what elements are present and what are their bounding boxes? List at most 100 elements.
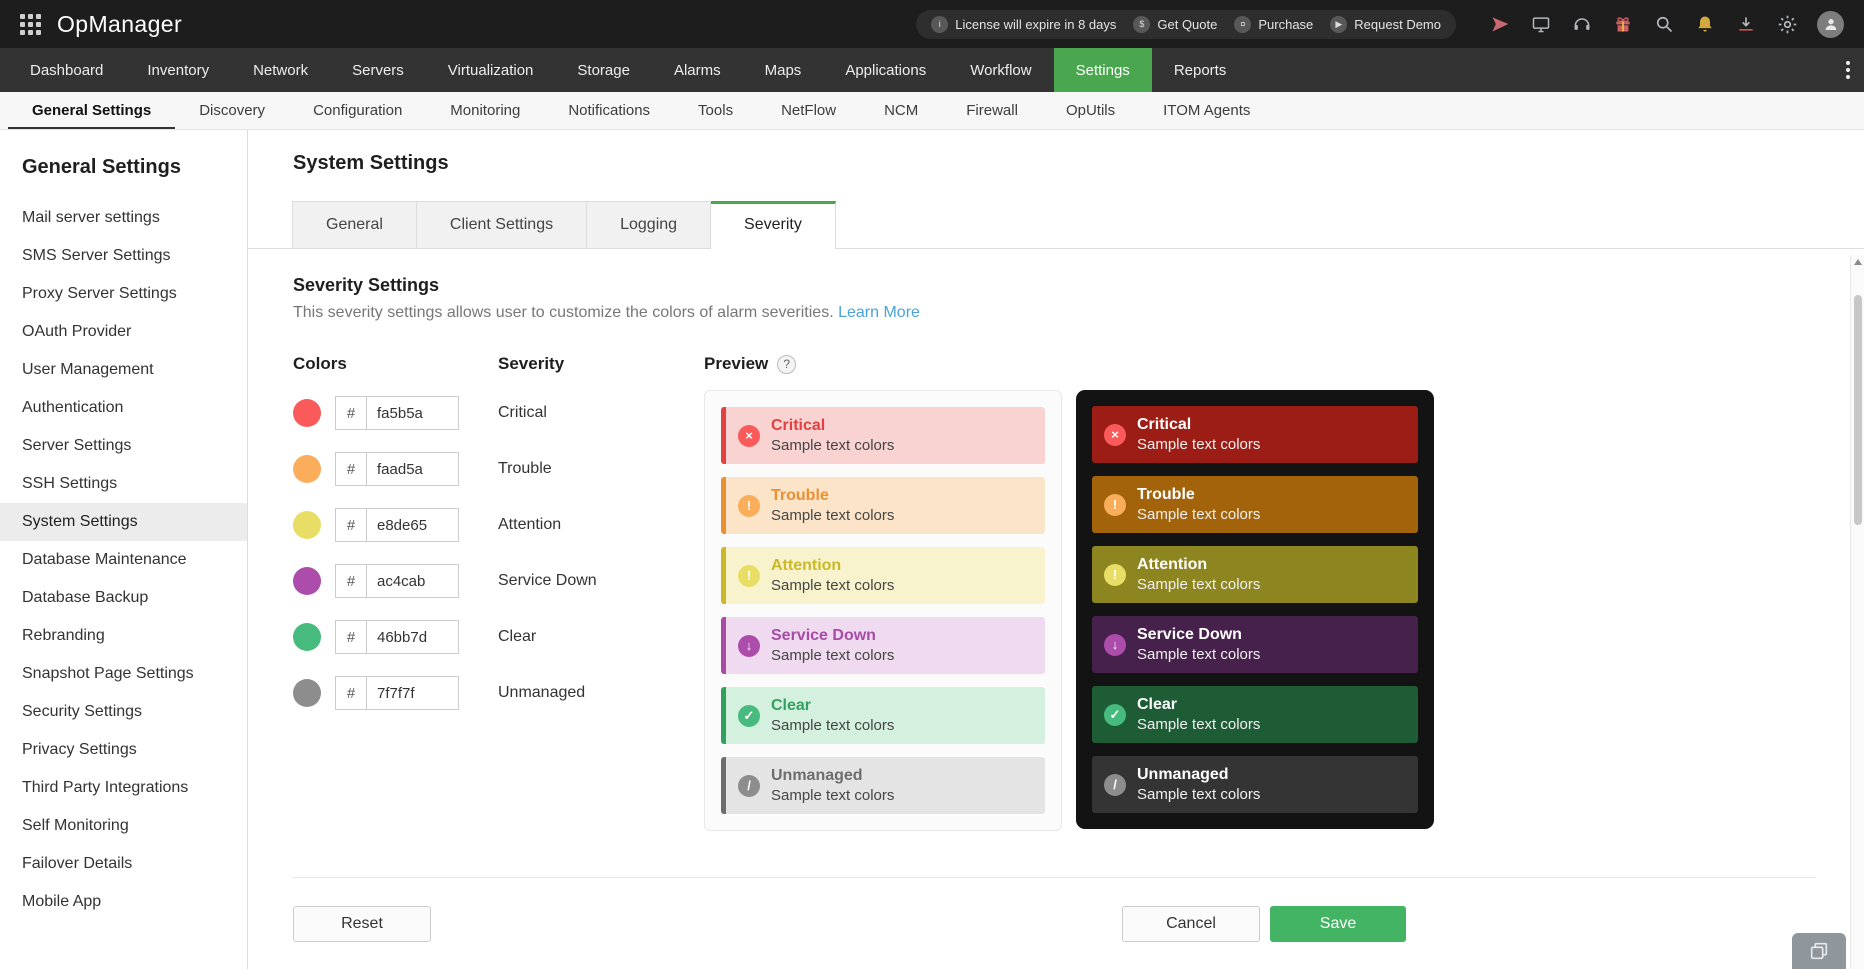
- topbar-item-request-demo[interactable]: ▶ Request Demo: [1330, 15, 1441, 33]
- color-swatch-attention[interactable]: [293, 511, 321, 539]
- sidebar-item-security-settings[interactable]: Security Settings: [0, 693, 247, 731]
- sidebar-item-user-management[interactable]: User Management: [0, 351, 247, 389]
- topbar-right: i License will expire in 8 days $ Get Quote…: [916, 9, 1844, 39]
- topbar-item-purchase[interactable]: ¤ Purchase: [1234, 15, 1313, 33]
- topbar-item-license-will-expire-in-8-days[interactable]: i License will expire in 8 days: [931, 15, 1116, 33]
- screen-share-icon[interactable]: [1530, 13, 1552, 35]
- topbar-item-get-quote[interactable]: $ Get Quote: [1133, 15, 1217, 33]
- sidebar-item-authentication[interactable]: Authentication: [0, 389, 247, 427]
- sidebar-item-system-settings[interactable]: System Settings: [0, 503, 247, 541]
- apps-grid-icon[interactable]: [20, 13, 41, 35]
- launch-icon[interactable]: [1489, 13, 1511, 35]
- nav-item-reports[interactable]: Reports: [1152, 48, 1249, 92]
- preview-header-row: Preview ?: [704, 354, 1816, 374]
- severity-icon-clear: ✓: [738, 704, 760, 727]
- nav-item-dashboard[interactable]: Dashboard: [8, 48, 125, 92]
- footer-divider: [293, 877, 1816, 878]
- sidebar-item-proxy-server-settings[interactable]: Proxy Server Settings: [0, 275, 247, 313]
- subnav-item-tools[interactable]: Tools: [674, 92, 757, 129]
- nav-item-servers[interactable]: Servers: [330, 48, 426, 92]
- sidebar-item-failover-details[interactable]: Failover Details: [0, 845, 247, 883]
- sidebar-item-mail-server-settings[interactable]: Mail server settings: [0, 199, 247, 237]
- color-swatch-trouble[interactable]: [293, 455, 321, 483]
- nav-item-virtualization[interactable]: Virtualization: [426, 48, 556, 92]
- hex-prefix: #: [335, 396, 367, 430]
- hex-input-trouble[interactable]: [367, 452, 459, 486]
- hex-input-unmanaged[interactable]: [367, 676, 459, 710]
- search-icon[interactable]: [1653, 13, 1675, 35]
- sidebar-item-self-monitoring[interactable]: Self Monitoring: [0, 807, 247, 845]
- user-avatar[interactable]: [1817, 10, 1844, 38]
- subnav-item-ncm[interactable]: NCM: [860, 92, 942, 129]
- sidebar-item-rebranding[interactable]: Rebranding: [0, 617, 247, 655]
- nav-item-maps[interactable]: Maps: [743, 48, 824, 92]
- tab-general[interactable]: General: [292, 201, 417, 248]
- nav-item-inventory[interactable]: Inventory: [125, 48, 231, 92]
- preview-header: Preview: [704, 354, 769, 373]
- hex-prefix: #: [335, 508, 367, 542]
- notifications-bell-icon[interactable]: [1694, 13, 1716, 35]
- severity-icon-trouble: !: [738, 494, 760, 517]
- hex-input-critical[interactable]: [367, 396, 459, 430]
- hex-input-attention[interactable]: [367, 508, 459, 542]
- color-row-critical: #: [293, 396, 498, 430]
- sidebar-item-sms-server-settings[interactable]: SMS Server Settings: [0, 237, 247, 275]
- settings-subnav: General Settings Discovery Configuration Mo…: [0, 92, 1864, 130]
- hex-input-clear[interactable]: [367, 620, 459, 654]
- help-icon[interactable]: ?: [777, 354, 797, 374]
- subnav-item-oputils[interactable]: OpUtils: [1042, 92, 1139, 129]
- nav-item-workflow[interactable]: Workflow: [948, 48, 1053, 92]
- tab-logging[interactable]: Logging: [587, 201, 712, 248]
- color-swatch-clear[interactable]: [293, 623, 321, 651]
- sidebar-title: General Settings: [22, 156, 181, 178]
- color-swatch-critical[interactable]: [293, 399, 321, 427]
- sidebar-item-third-party-integrations[interactable]: Third Party Integrations: [0, 769, 247, 807]
- nav-item-applications[interactable]: Applications: [823, 48, 948, 92]
- subnav-item-itom-agents[interactable]: ITOM Agents: [1139, 92, 1274, 129]
- tab-severity[interactable]: Severity: [711, 201, 836, 249]
- learn-more-link[interactable]: Learn More: [838, 304, 920, 321]
- subnav-item-netflow[interactable]: NetFlow: [757, 92, 860, 129]
- download-icon[interactable]: [1735, 13, 1757, 35]
- scroll-up-icon[interactable]: [1854, 259, 1862, 265]
- subnav-item-notifications[interactable]: Notifications: [544, 92, 674, 129]
- reset-button[interactable]: Reset: [293, 906, 431, 942]
- color-swatch-unmanaged[interactable]: [293, 679, 321, 707]
- nav-overflow-icon[interactable]: [1846, 48, 1850, 92]
- sidebar-item-database-maintenance[interactable]: Database Maintenance: [0, 541, 247, 579]
- subnav-item-configuration[interactable]: Configuration: [289, 92, 426, 129]
- sidebar-item-snapshot-page-settings[interactable]: Snapshot Page Settings: [0, 655, 247, 693]
- severity-icon-attention: !: [738, 564, 760, 587]
- sidebar-item-database-backup[interactable]: Database Backup: [0, 579, 247, 617]
- sidebar-item-server-settings[interactable]: Server Settings: [0, 427, 247, 465]
- save-button[interactable]: Save: [1270, 906, 1406, 942]
- preview-light-row-trouble: ! Trouble Sample text colors: [721, 477, 1045, 534]
- vertical-scrollbar[interactable]: [1850, 255, 1864, 969]
- severity-icon-trouble: !: [1104, 493, 1126, 516]
- nav-item-alarms[interactable]: Alarms: [652, 48, 743, 92]
- support-headset-icon[interactable]: [1571, 13, 1593, 35]
- subnav-item-discovery[interactable]: Discovery: [175, 92, 289, 129]
- severity-label-clear: Clear: [498, 628, 537, 645]
- sidebar-item-privacy-settings[interactable]: Privacy Settings: [0, 731, 247, 769]
- subnav-item-monitoring[interactable]: Monitoring: [426, 92, 544, 129]
- nav-item-network[interactable]: Network: [231, 48, 330, 92]
- nav-item-storage[interactable]: Storage: [555, 48, 652, 92]
- tab-client-settings[interactable]: Client Settings: [416, 201, 588, 248]
- console-widget[interactable]: [1792, 933, 1846, 969]
- preview-light-row-service-down: ↓ Service Down Sample text colors: [721, 617, 1045, 674]
- request-demo-icon: ▶: [1330, 15, 1348, 33]
- nav-item-settings[interactable]: Settings: [1053, 48, 1152, 92]
- scroll-thumb[interactable]: [1854, 295, 1862, 525]
- sidebar-item-mobile-app[interactable]: Mobile App: [0, 883, 247, 921]
- subnav-item-general-settings[interactable]: General Settings: [8, 92, 175, 129]
- gift-icon[interactable]: [1612, 13, 1634, 35]
- hex-input-service-down[interactable]: [367, 564, 459, 598]
- cancel-button[interactable]: Cancel: [1122, 906, 1260, 942]
- color-swatch-service-down[interactable]: [293, 567, 321, 595]
- subnav-item-firewall[interactable]: Firewall: [942, 92, 1042, 129]
- main-nav: Dashboard Inventory Network Servers Virtuali…: [0, 48, 1864, 92]
- sidebar-item-ssh-settings[interactable]: SSH Settings: [0, 465, 247, 503]
- sidebar-item-oauth-provider[interactable]: OAuth Provider: [0, 313, 247, 351]
- settings-gear-icon[interactable]: [1776, 13, 1798, 35]
